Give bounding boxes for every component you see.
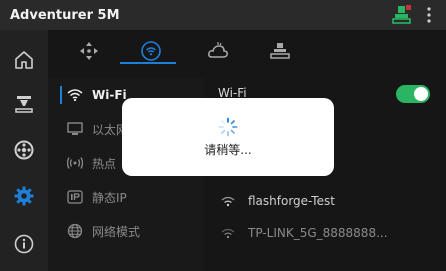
rail-info-button[interactable] bbox=[0, 222, 48, 266]
title-bar: Adventurer 5M bbox=[0, 0, 446, 30]
network-ssid: flashforge-Test bbox=[248, 194, 335, 208]
menu-item-network-mode[interactable]: 网络模式 bbox=[48, 214, 204, 248]
ethernet-icon bbox=[66, 122, 84, 136]
tab-cloud[interactable] bbox=[193, 30, 243, 72]
menu-item-label: Wi-Fi bbox=[92, 88, 127, 102]
home-icon bbox=[15, 51, 33, 69]
loading-message: 请稍等... bbox=[204, 142, 252, 157]
network-ssid: TP-LINK_5G_8888888... bbox=[248, 226, 388, 240]
rail-settings-button[interactable] bbox=[0, 174, 48, 218]
cloud-icon bbox=[208, 42, 228, 58]
ip-icon bbox=[66, 190, 84, 204]
hotspot-icon bbox=[66, 156, 84, 170]
menu-item-label: 静态IP bbox=[92, 190, 127, 205]
rail-home-button[interactable] bbox=[0, 38, 48, 82]
printer-status-icon bbox=[392, 4, 414, 30]
status-area bbox=[392, 4, 438, 30]
nozzle-icon bbox=[15, 96, 33, 113]
tab-printer[interactable] bbox=[255, 30, 305, 72]
menu-item-label: 热点 bbox=[92, 156, 117, 171]
network-row[interactable]: TP-LINK_5G_8888888... bbox=[218, 221, 438, 245]
tab-network[interactable] bbox=[126, 30, 176, 72]
printer-icon bbox=[270, 43, 290, 59]
wifi-toggle[interactable] bbox=[396, 85, 430, 103]
info-icon bbox=[14, 234, 34, 254]
wifi-signal-icon bbox=[218, 227, 238, 239]
active-tab-indicator bbox=[120, 62, 176, 64]
network-row[interactable]: flashforge-Test bbox=[218, 189, 438, 213]
spool-icon bbox=[14, 140, 34, 160]
globe-icon bbox=[66, 223, 84, 239]
app-title: Adventurer 5M bbox=[10, 7, 120, 23]
wifi-circle-icon bbox=[141, 41, 161, 61]
rail-print-button[interactable] bbox=[0, 82, 48, 126]
menu-item-static-ip[interactable]: 静态IP bbox=[48, 180, 204, 214]
wifi-icon bbox=[66, 88, 84, 102]
loading-spinner-icon bbox=[218, 117, 238, 136]
tab-move[interactable] bbox=[64, 30, 114, 72]
move-arrows-icon bbox=[80, 42, 98, 60]
menu-item-label: 网络模式 bbox=[92, 224, 141, 239]
options-icon[interactable] bbox=[420, 5, 438, 29]
loading-dialog: 请稍等... bbox=[122, 98, 334, 176]
top-tabs bbox=[48, 30, 446, 72]
wifi-signal-icon bbox=[218, 195, 238, 207]
gear-icon bbox=[14, 186, 34, 206]
toggle-knob bbox=[414, 87, 428, 101]
active-indicator bbox=[60, 86, 62, 104]
rail-filament-button[interactable] bbox=[0, 128, 48, 172]
left-rail bbox=[0, 30, 48, 271]
